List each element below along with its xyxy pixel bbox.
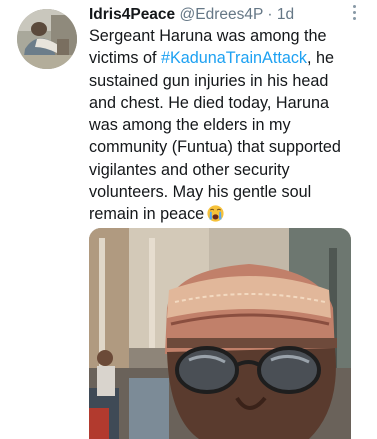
tweet-line: remain in peace [89,203,359,225]
tweet-text-segment: , he [307,49,335,68]
tweet-text-segment: victims of [89,49,161,68]
tweet-line: victims of #KadunaTrainAttack, he [89,47,359,69]
tweet-line: was among the elders in my [89,116,291,135]
tweet-line: and chest. He died today, Haruna [89,93,329,112]
tweet-timestamp[interactable]: 1d [277,6,294,23]
tweet-line: vigilantes and other security [89,160,290,179]
tweet-text-segment: remain in peace [89,205,205,224]
more-vertical-icon[interactable] [353,5,357,21]
tweet-line: Sergeant Haruna was among the [89,27,327,45]
tweet-header: Idris4Peace @Edrees4P · 1d [89,5,363,25]
user-avatar[interactable] [17,9,77,69]
avatar-photo [17,9,77,69]
user-display-name[interactable]: Idris4Peace [89,6,175,23]
header-separator: · [267,6,273,23]
photo-image [89,228,351,439]
tweet-photo[interactable] [89,228,351,439]
tweet-text: Sergeant Haruna was among the victims of… [89,25,359,226]
tweet-line: volunteers. May his gentle soul [89,183,312,202]
hashtag-link[interactable]: #KadunaTrainAttack [161,49,307,67]
tweet-line: sustained gun injuries in his head [89,71,329,90]
tweet-line: community (Funtua) that supported [89,138,341,157]
crying-face-emoji [207,205,224,222]
user-handle[interactable]: @Edrees4P [180,6,264,23]
